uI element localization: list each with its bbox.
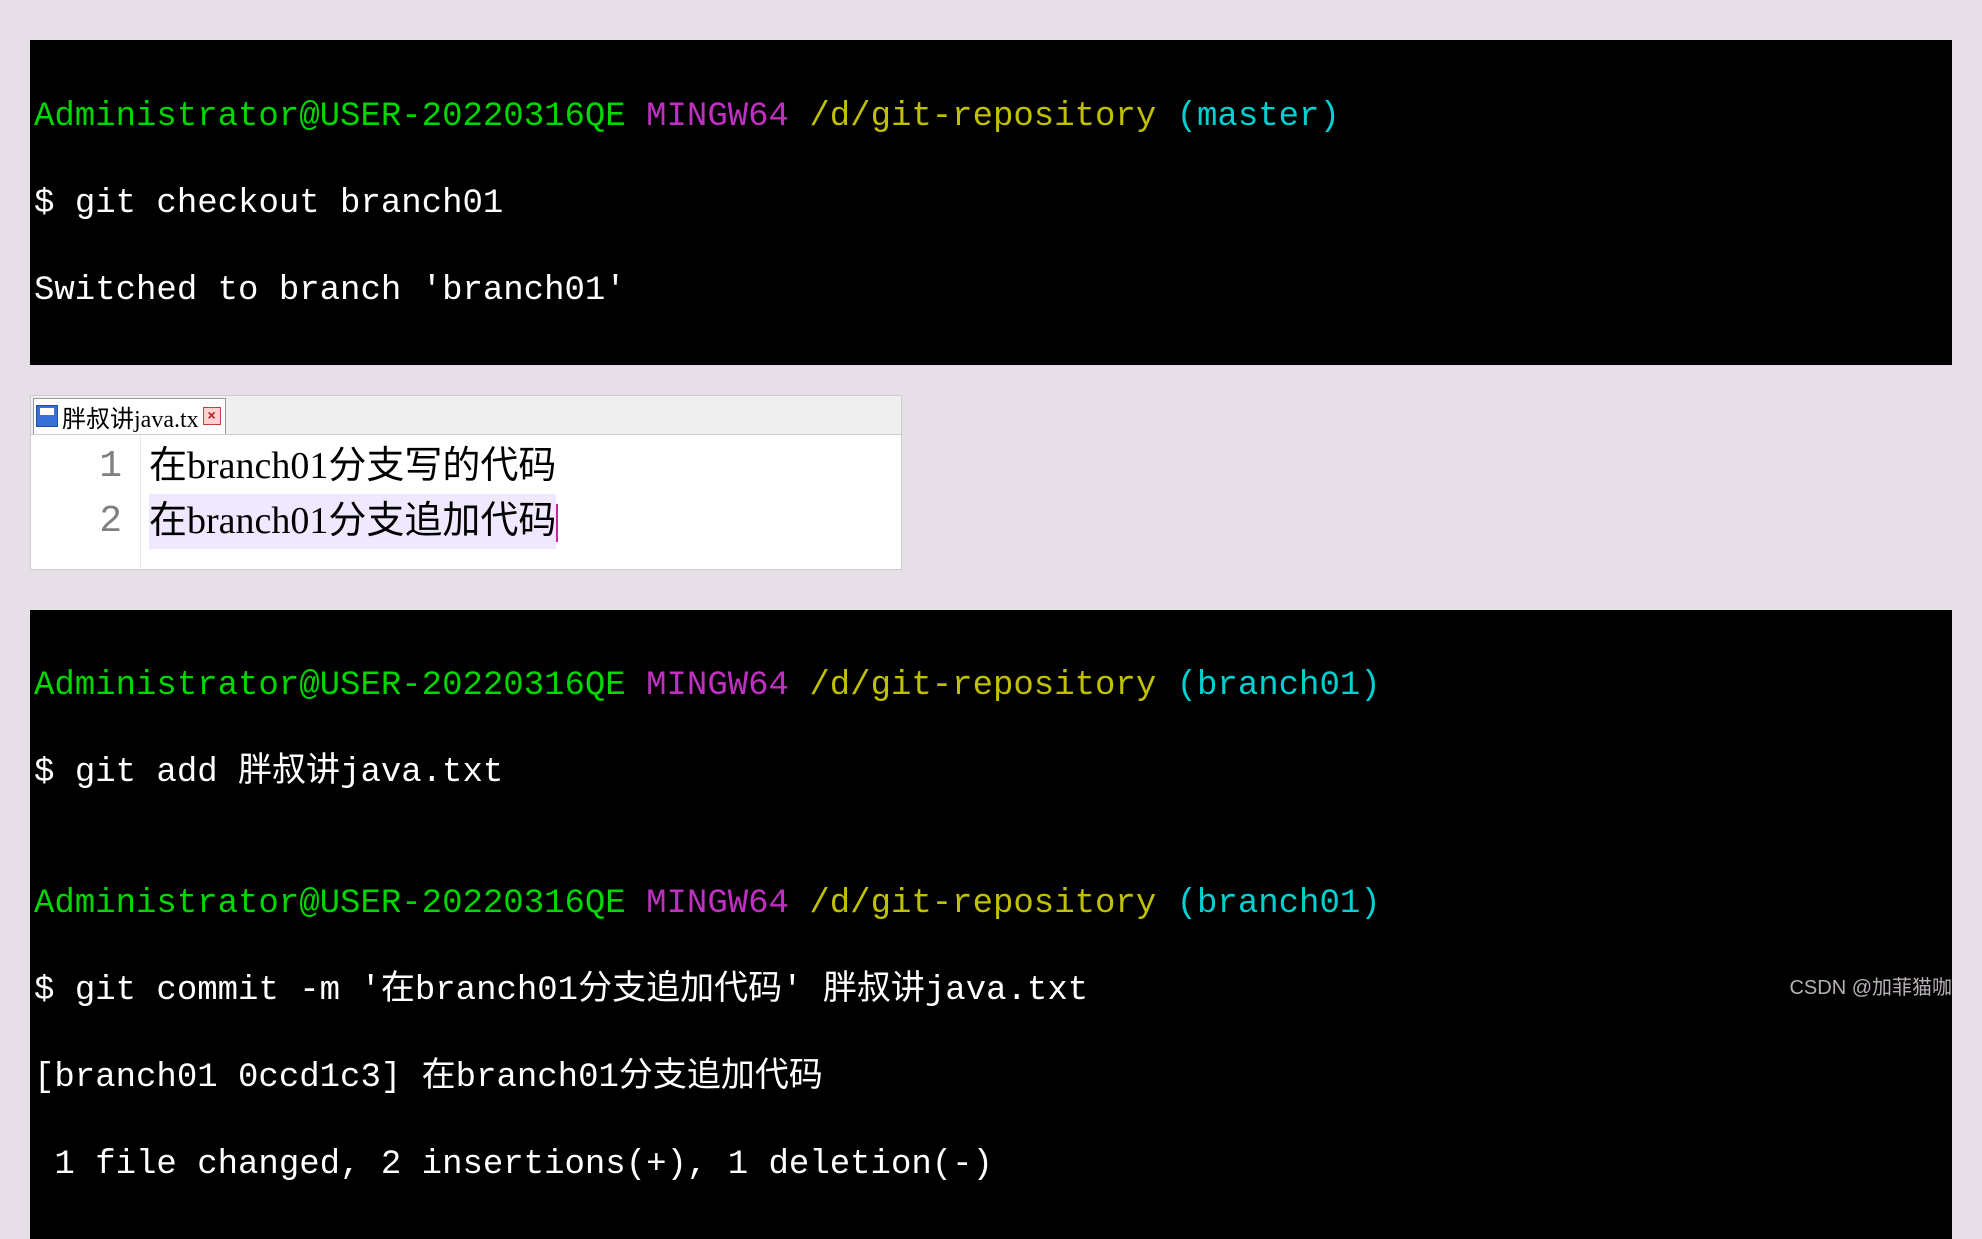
- prompt-shell: MINGW64: [646, 98, 789, 136]
- save-icon: [36, 405, 58, 427]
- editor-content[interactable]: 在branch01分支写的代码 在branch01分支追加代码: [141, 435, 558, 569]
- prompt-user: Administrator: [34, 98, 299, 136]
- output-commit-1: [branch01 0ccd1c3] 在branch01分支追加代码: [34, 1057, 1948, 1101]
- prompt-host: USER-20220316QE: [320, 885, 626, 923]
- prompt-host: USER-20220316QE: [320, 667, 626, 705]
- text-editor: 胖叔讲java.tx × 1 2 在branch01分支写的代码 在branch…: [30, 395, 902, 570]
- prompt-branch-open: (: [1177, 667, 1197, 705]
- prompt-host: USER-20220316QE: [320, 98, 626, 136]
- editor-line-1: 在branch01分支写的代码: [149, 439, 558, 494]
- prompt-line-2b: Administrator@USER-20220316QE MINGW64 /d…: [34, 883, 1948, 927]
- prompt-path: /d/git-repository: [809, 98, 1156, 136]
- prompt-path: /d/git-repository: [809, 667, 1156, 705]
- dollar-prompt: $: [34, 185, 75, 223]
- prompt-user: Administrator: [34, 667, 299, 705]
- command-text: git checkout branch01: [75, 185, 503, 223]
- command-line-1[interactable]: $ git checkout branch01: [34, 183, 1948, 227]
- text-caret: [556, 504, 558, 542]
- tab-filename: 胖叔讲java.tx: [62, 399, 199, 434]
- output-line-1: Switched to branch 'branch01': [34, 270, 1948, 314]
- command-text: git commit -m '在branch01分支追加代码' 胖叔讲java.…: [75, 972, 1088, 1010]
- prompt-line-1: Administrator@USER-20220316QE MINGW64 /d…: [34, 96, 1948, 140]
- dollar-prompt: $: [34, 972, 75, 1010]
- prompt-at: @: [299, 98, 319, 136]
- editor-tab[interactable]: 胖叔讲java.tx ×: [33, 398, 226, 434]
- prompt-branch-close: ): [1360, 885, 1380, 923]
- prompt-at: @: [299, 885, 319, 923]
- command-line-2b[interactable]: $ git commit -m '在branch01分支追加代码' 胖叔讲jav…: [34, 970, 1948, 1014]
- terminal-commit: Administrator@USER-20220316QE MINGW64 /d…: [30, 610, 1952, 1239]
- command-text: git add 胖叔讲java.txt: [75, 754, 503, 792]
- watermark: CSDN @加菲猫咖: [1789, 971, 1952, 1000]
- editor-line-2: 在branch01分支追加代码: [149, 494, 558, 549]
- prompt-path: /d/git-repository: [809, 885, 1156, 923]
- prompt-branch: branch01: [1197, 667, 1360, 705]
- prompt-at: @: [299, 667, 319, 705]
- prompt-shell: MINGW64: [646, 667, 789, 705]
- editor-line-2-text: 在branch01分支追加代码: [149, 494, 556, 549]
- prompt-branch-close: ): [1319, 98, 1339, 136]
- editor-body[interactable]: 1 2 在branch01分支写的代码 在branch01分支追加代码: [31, 435, 901, 569]
- line-gutter: 1 2: [31, 435, 141, 569]
- prompt-shell: MINGW64: [646, 885, 789, 923]
- prompt-branch-close: ): [1360, 667, 1380, 705]
- prompt-line-2a: Administrator@USER-20220316QE MINGW64 /d…: [34, 665, 1948, 709]
- command-line-2a[interactable]: $ git add 胖叔讲java.txt: [34, 752, 1948, 796]
- prompt-branch: branch01: [1197, 885, 1360, 923]
- terminal-checkout: Administrator@USER-20220316QE MINGW64 /d…: [30, 40, 1952, 365]
- line-number: 1: [31, 439, 122, 494]
- line-number: 2: [31, 494, 122, 549]
- editor-tab-bar: 胖叔讲java.tx ×: [31, 396, 901, 435]
- prompt-branch-open: (: [1177, 98, 1197, 136]
- prompt-branch-open: (: [1177, 885, 1197, 923]
- prompt-branch: master: [1197, 98, 1319, 136]
- dollar-prompt: $: [34, 754, 75, 792]
- prompt-user: Administrator: [34, 885, 299, 923]
- close-icon[interactable]: ×: [203, 407, 221, 425]
- output-commit-2: 1 file changed, 2 insertions(+), 1 delet…: [34, 1144, 1948, 1188]
